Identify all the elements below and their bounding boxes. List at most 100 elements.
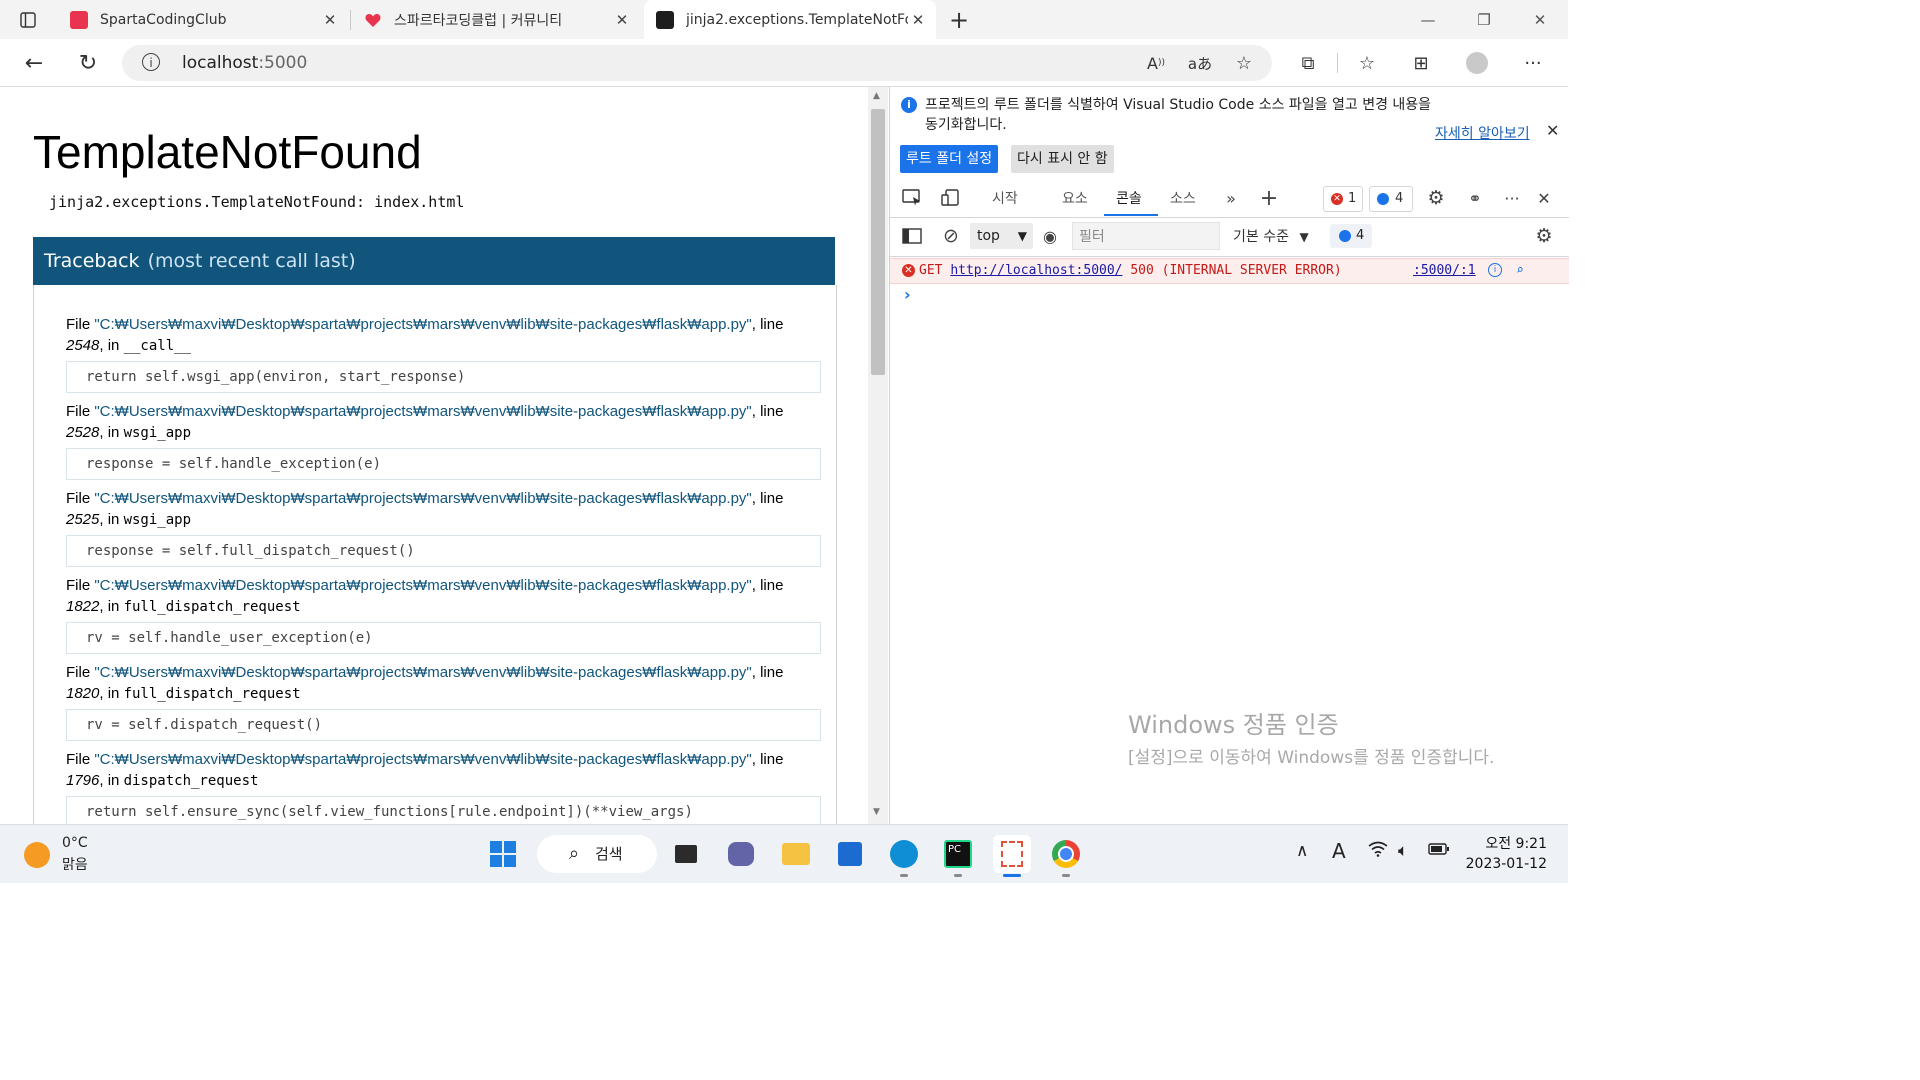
- clear-console-icon[interactable]: ⊘: [939, 225, 963, 247]
- close-icon[interactable]: ✕: [908, 11, 928, 29]
- frame-function: wsgi_app: [123, 512, 191, 528]
- favorites-icon[interactable]: ☆: [1351, 47, 1383, 79]
- frame-code[interactable]: response = self.handle_exception(e): [66, 448, 821, 480]
- tab-sources[interactable]: 소스: [1170, 188, 1196, 208]
- file-explorer-icon[interactable]: [777, 835, 815, 873]
- teams-chat-icon[interactable]: [722, 835, 760, 873]
- console-prompt[interactable]: ›: [904, 285, 911, 304]
- close-icon[interactable]: ✕: [612, 11, 632, 29]
- sun-icon: [24, 842, 50, 868]
- console-sidebar-icon[interactable]: [900, 225, 924, 247]
- sparta-favicon-icon: [70, 10, 88, 29]
- volume-icon[interactable]: 🔈︎: [1398, 841, 1408, 861]
- tab-elements[interactable]: 요소: [1062, 188, 1088, 208]
- frame-path[interactable]: "C:₩Users₩maxvi₩Desktop₩sparta₩projects₩…: [94, 490, 751, 507]
- chrome-icon[interactable]: [1047, 835, 1085, 877]
- frame-path[interactable]: "C:₩Users₩maxvi₩Desktop₩sparta₩projects₩…: [94, 577, 751, 594]
- close-icon[interactable]: ✕: [320, 11, 340, 29]
- microsoft-store-icon[interactable]: [831, 835, 869, 873]
- weather-condition: 맑음: [62, 857, 88, 873]
- system-clock[interactable]: 오전 9:21 2023-01-12: [1462, 834, 1547, 874]
- restore-icon[interactable]: ❐: [1456, 0, 1512, 39]
- add-tool-icon[interactable]: +: [1257, 186, 1281, 211]
- network-info-icon[interactable]: i: [1488, 263, 1502, 277]
- frame-path[interactable]: "C:₩Users₩maxvi₩Desktop₩sparta₩projects₩…: [94, 664, 751, 681]
- error-count-badge[interactable]: ✕ 1: [1323, 186, 1363, 212]
- scrollbar-thumb[interactable]: [871, 109, 885, 375]
- error-count: 1: [1348, 191, 1357, 206]
- close-icon[interactable]: ✕: [1546, 121, 1559, 140]
- tray-overflow-chevron-icon[interactable]: ∧: [1296, 841, 1308, 861]
- refresh-icon[interactable]: ↻: [72, 47, 104, 79]
- traceback-frame: File "C:₩Users₩maxvi₩Desktop₩sparta₩proj…: [66, 488, 826, 567]
- tab-title: jinja2.exceptions.TemplateNotFound: [686, 11, 908, 28]
- dont-show-again-button[interactable]: 다시 표시 안 함: [1011, 145, 1114, 173]
- console-error-row[interactable]: ✕ GET http://localhost:5000/ 500 (INTERN…: [890, 258, 1569, 284]
- frame-path[interactable]: "C:₩Users₩maxvi₩Desktop₩sparta₩projects₩…: [94, 316, 751, 333]
- live-expression-eye-icon[interactable]: ◉: [1038, 225, 1062, 247]
- console-settings-gear-icon[interactable]: ⚙: [1532, 225, 1556, 247]
- inspect-element-icon[interactable]: [900, 187, 924, 209]
- close-window-icon[interactable]: ✕: [1512, 0, 1568, 39]
- set-root-folder-button[interactable]: 루트 폴더 설정: [900, 145, 999, 173]
- profile-avatar-icon[interactable]: [1461, 47, 1493, 79]
- filter-input[interactable]: 필터: [1072, 222, 1220, 250]
- minimize-icon[interactable]: —: [1400, 0, 1456, 39]
- taskbar-search[interactable]: ⌕ 검색: [537, 835, 657, 873]
- frame-code[interactable]: return self.wsgi_app(environ, start_resp…: [66, 361, 821, 393]
- error-url-link[interactable]: http://localhost:5000/: [950, 263, 1122, 278]
- tab-template-not-found[interactable]: jinja2.exceptions.TemplateNotFound ✕: [644, 0, 936, 39]
- search-icon[interactable]: ⌕: [1516, 259, 1524, 283]
- extensions-icon[interactable]: ⧉: [1292, 47, 1324, 79]
- tab-actions-icon[interactable]: [12, 4, 44, 36]
- wifi-icon[interactable]: [1368, 841, 1388, 862]
- more-menu-icon[interactable]: ···: [1517, 47, 1549, 79]
- address-bar[interactable]: i localhost:5000 A)) aあ ☆: [122, 45, 1272, 81]
- frame-path[interactable]: "C:₩Users₩maxvi₩Desktop₩sparta₩projects₩…: [94, 751, 751, 768]
- frame-code[interactable]: rv = self.dispatch_request(): [66, 709, 821, 741]
- frame-function: __call__: [123, 338, 191, 354]
- frame-path[interactable]: "C:₩Users₩maxvi₩Desktop₩sparta₩projects₩…: [94, 403, 751, 420]
- context-select[interactable]: top ▼: [970, 223, 1033, 249]
- search-icon: ⌕: [569, 843, 580, 864]
- new-tab-button[interactable]: +: [943, 4, 975, 36]
- devtools-tab-bar: 시작 요소 콘솔 소스 » + ✕ 1 4 ⚙ ⚭ ··· ✕: [890, 179, 1569, 218]
- tab-community[interactable]: 스파르타코딩클럽 | 커뮤니티 ✕: [352, 0, 640, 39]
- more-tabs-icon[interactable]: »: [1219, 187, 1243, 209]
- scroll-up-icon[interactable]: ▲: [873, 91, 880, 101]
- frame-code[interactable]: response = self.full_dispatch_request(): [66, 535, 821, 567]
- read-aloud-icon[interactable]: A)): [1140, 47, 1172, 79]
- snipping-tool-icon[interactable]: [993, 835, 1031, 877]
- frame-code[interactable]: return self.ensure_sync(self.view_functi…: [66, 796, 821, 824]
- tab-spartacodingclub[interactable]: SpartaCodingClub ✕: [58, 0, 348, 39]
- url-host: localhost: [182, 53, 259, 73]
- watermark-subtitle: [설정]으로 이동하여 Windows를 정품 인증합니다.: [1128, 748, 1495, 768]
- settings-gear-icon[interactable]: ⚙: [1424, 187, 1448, 209]
- ime-indicator[interactable]: A: [1332, 839, 1346, 863]
- device-emulation-icon[interactable]: [939, 187, 963, 209]
- tab-console[interactable]: 콘솔: [1116, 188, 1142, 208]
- edge-browser-icon[interactable]: [885, 835, 923, 877]
- battery-icon[interactable]: [1428, 841, 1450, 861]
- add-favorite-icon[interactable]: ☆: [1228, 47, 1260, 79]
- site-info-icon[interactable]: i: [142, 53, 160, 71]
- learn-more-link[interactable]: 자세히 알아보기: [1435, 123, 1530, 143]
- task-view-icon[interactable]: [667, 835, 705, 873]
- page-scrollbar[interactable]: ▲ ▼: [868, 87, 888, 824]
- more-options-icon[interactable]: ···: [1500, 187, 1524, 209]
- banner-message: 프로젝트의 루트 폴더를 식별하여 Visual Studio Code 소스 …: [925, 97, 1432, 133]
- frame-code[interactable]: rv = self.handle_user_exception(e): [66, 622, 821, 654]
- message-count-badge[interactable]: 4: [1369, 186, 1413, 212]
- close-devtools-icon[interactable]: ✕: [1532, 187, 1556, 209]
- pycharm-icon[interactable]: PC: [939, 835, 977, 877]
- start-button[interactable]: [484, 835, 522, 873]
- error-source-link[interactable]: :5000/:1: [1413, 259, 1476, 283]
- connection-icon[interactable]: ⚭: [1463, 187, 1487, 209]
- back-icon[interactable]: ←: [18, 47, 50, 79]
- scroll-down-icon[interactable]: ▼: [873, 807, 880, 817]
- log-level-select[interactable]: 기본 수준 ▼: [1233, 226, 1309, 246]
- issues-count-badge[interactable]: 4: [1330, 224, 1372, 248]
- collections-icon[interactable]: ⊞: [1405, 47, 1437, 79]
- tab-welcome[interactable]: 시작: [992, 188, 1018, 208]
- translate-icon[interactable]: aあ: [1184, 47, 1216, 79]
